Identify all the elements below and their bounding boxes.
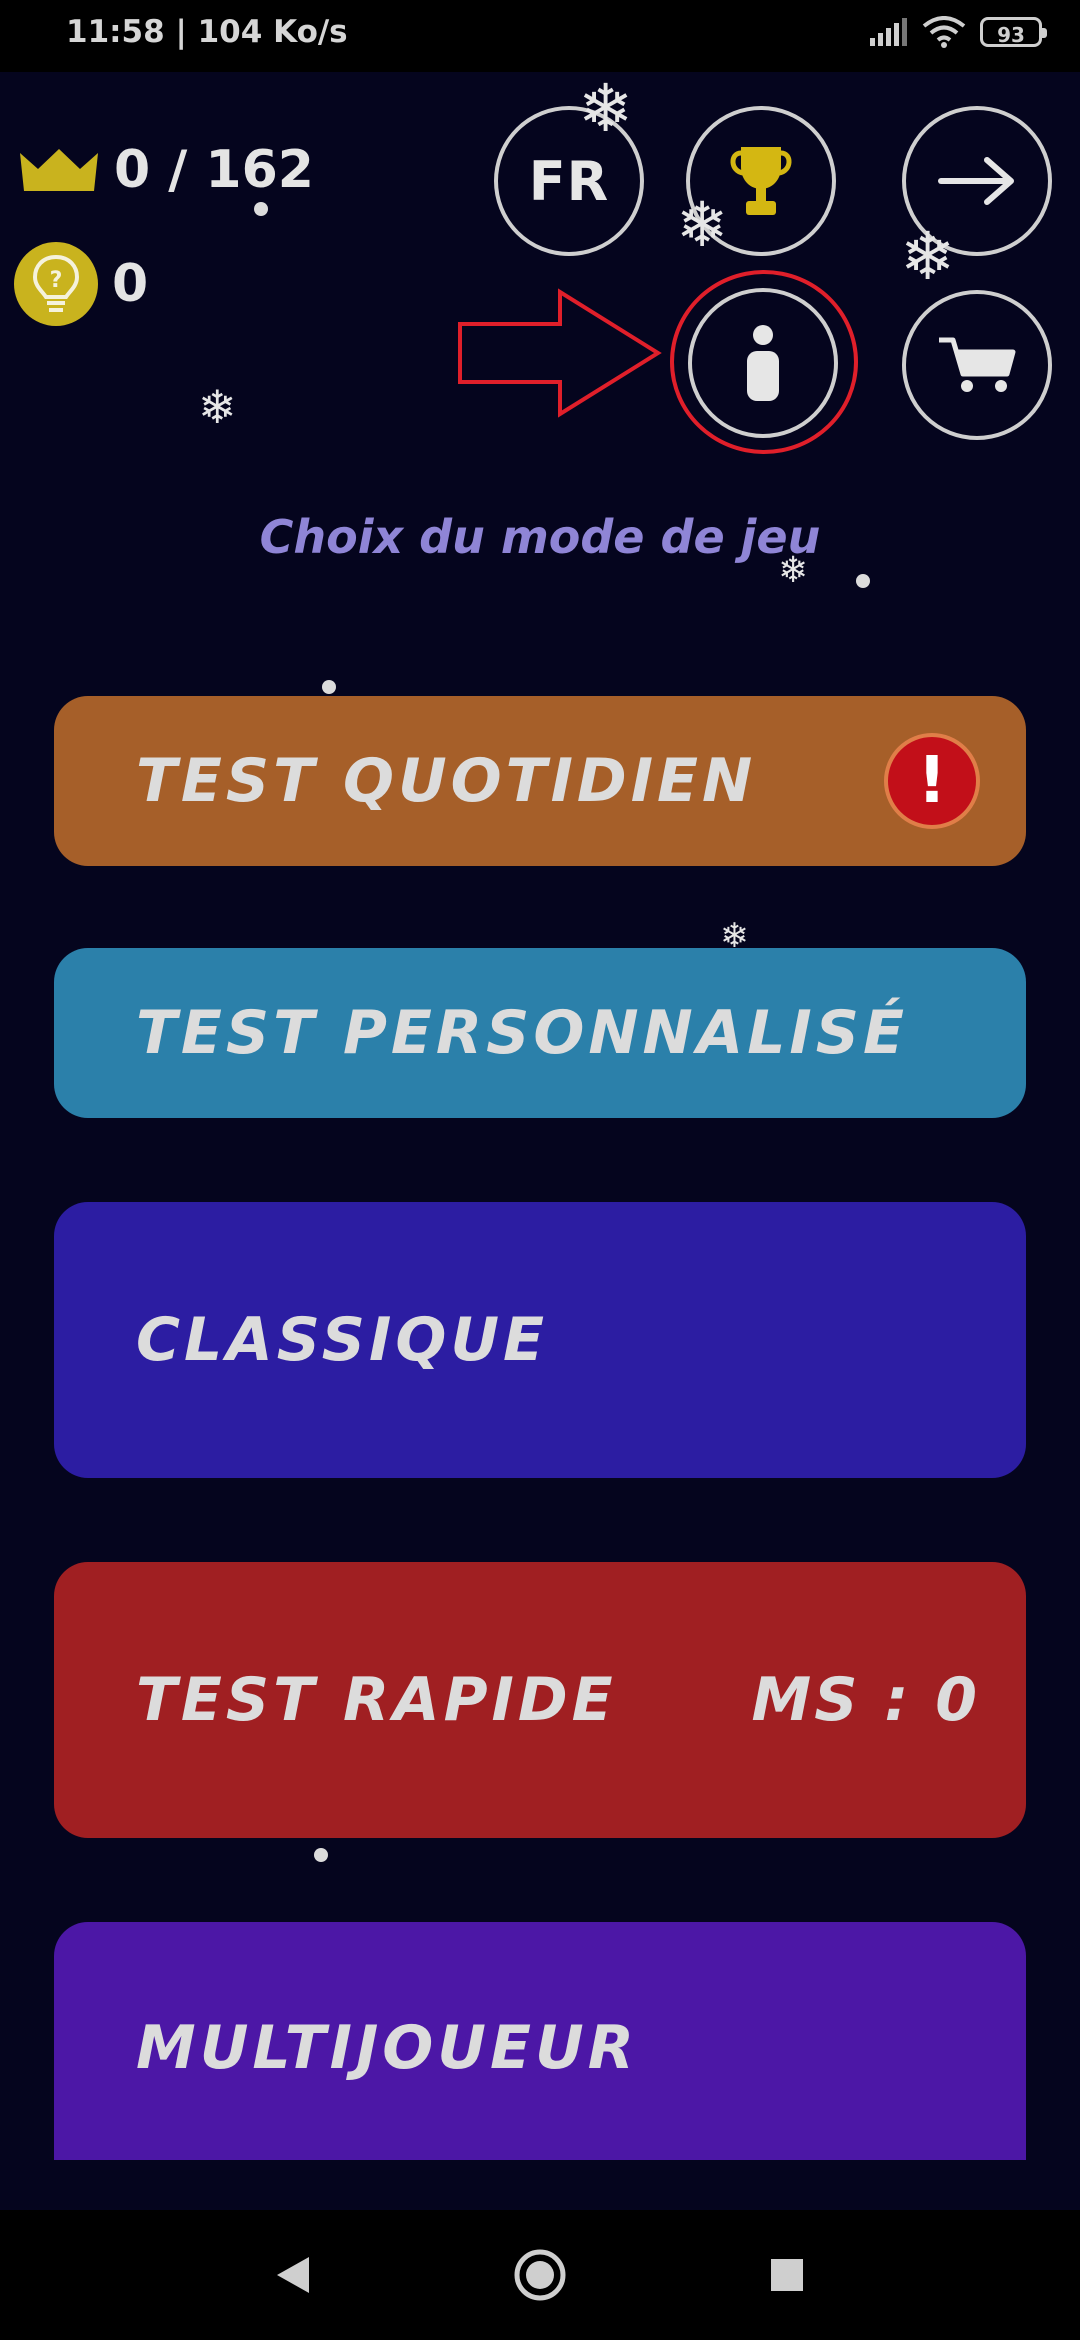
trophy-icon bbox=[730, 147, 792, 215]
quick-test-button[interactable]: TEST RAPIDE MS : 0 bbox=[54, 1562, 1026, 1838]
hint-counter: ? 0 bbox=[14, 242, 148, 326]
hint-count: 0 bbox=[112, 254, 149, 314]
info-highlight-circle bbox=[670, 270, 858, 454]
classic-label: CLASSIQUE bbox=[136, 1305, 549, 1375]
multiplayer-button[interactable]: MULTIJOUEUR bbox=[54, 1922, 1026, 2160]
wifi-icon bbox=[922, 16, 966, 48]
daily-test-label: TEST QUOTIDIEN bbox=[136, 746, 757, 816]
annotation-arrow bbox=[458, 288, 662, 418]
battery-indicator: 93 bbox=[980, 17, 1047, 47]
page-subtitle: Choix du mode de jeu bbox=[259, 510, 821, 564]
home-icon[interactable] bbox=[513, 2248, 567, 2302]
alert-icon: ! bbox=[884, 733, 980, 829]
multiplayer-label: MULTIJOUEUR bbox=[136, 2013, 638, 2083]
shop-button[interactable] bbox=[902, 290, 1052, 440]
signal-icon bbox=[870, 18, 907, 46]
arrow-right-icon bbox=[938, 157, 1014, 205]
recents-icon[interactable] bbox=[767, 2255, 807, 2295]
snow-dot bbox=[254, 202, 268, 216]
status-bar: 11:58 | 104 Ko/s 93 bbox=[0, 0, 1080, 72]
status-time: 11:58 | 104 Ko/s bbox=[66, 14, 348, 50]
language-label: FR bbox=[528, 149, 610, 213]
crown-icon bbox=[20, 149, 98, 191]
snowflake-icon: ❄ bbox=[900, 218, 956, 295]
snowflake-icon: ❄ bbox=[676, 188, 728, 261]
status-icons: 93 bbox=[868, 16, 1047, 48]
daily-test-button[interactable]: TEST QUOTIDIEN ! bbox=[54, 696, 1026, 866]
quick-test-label: TEST RAPIDE bbox=[136, 1665, 617, 1735]
custom-test-label: TEST PERSONNALISÉ bbox=[136, 998, 908, 1068]
back-icon[interactable] bbox=[273, 2253, 313, 2297]
svg-text:?: ? bbox=[50, 268, 63, 293]
best-score-label: MS : 0 bbox=[751, 1665, 980, 1735]
crown-count: 0 / 162 bbox=[114, 140, 314, 200]
snowflake-icon: ❄ bbox=[578, 70, 634, 147]
custom-test-button[interactable]: TEST PERSONNALISÉ bbox=[54, 948, 1026, 1118]
snowflake-icon: ❄ bbox=[198, 380, 237, 434]
system-nav-bar bbox=[0, 2210, 1080, 2340]
snow-dot bbox=[856, 574, 870, 588]
snow-dot bbox=[314, 1848, 328, 1862]
classic-button[interactable]: CLASSIQUE bbox=[54, 1202, 1026, 1478]
lightbulb-icon: ? bbox=[14, 242, 98, 326]
snow-dot bbox=[322, 680, 336, 694]
cart-icon bbox=[939, 337, 1016, 392]
crown-counter: 0 / 162 bbox=[18, 140, 314, 200]
